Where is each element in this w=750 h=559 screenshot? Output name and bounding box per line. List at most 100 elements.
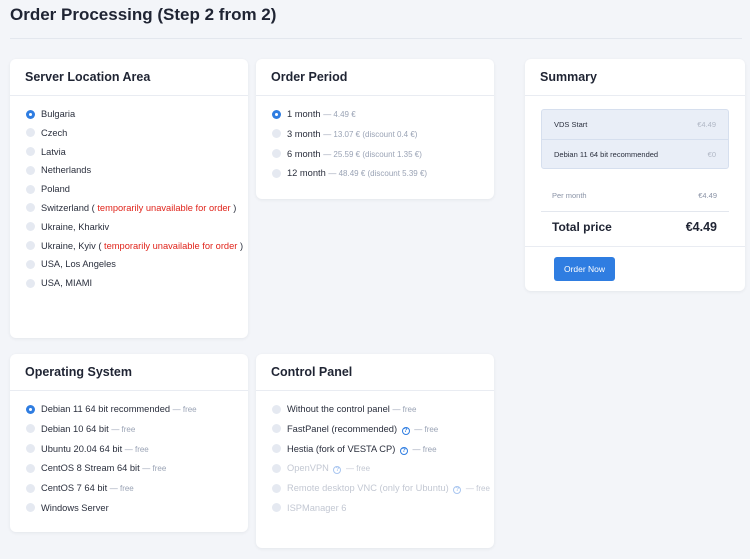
- option-price-note: — 25.59 € (discount 1.35 €): [323, 149, 422, 159]
- per-month-value: €4.49: [698, 191, 717, 200]
- radio-icon: [272, 483, 281, 493]
- radio-option[interactable]: 12 month — 48.49 € (discount 5.39 €): [272, 167, 494, 180]
- help-question-icon[interactable]: ?: [401, 426, 410, 435]
- radio-icon[interactable]: [272, 129, 281, 139]
- option-text: Bulgaria: [41, 108, 75, 120]
- option-label: OpenVPN: [287, 463, 329, 474]
- option-label: 1 month: [287, 109, 321, 119]
- summary-item-price: €0: [707, 149, 716, 159]
- control-panel-card: Control Panel Without the control panel …: [256, 354, 494, 548]
- option-price-note: — 13.07 € (discount 0.4 €): [323, 129, 418, 139]
- radio-option[interactable]: CentOS 7 64 bit — free: [26, 482, 248, 495]
- operating-system-title: Operating System: [10, 354, 248, 391]
- radio-option[interactable]: Windows Server: [26, 502, 248, 514]
- help-question-icon[interactable]: ?: [399, 446, 408, 455]
- help-question-icon[interactable]: ?: [453, 486, 462, 495]
- option-text: Hestia (fork of VESTA CP) ? — free: [287, 443, 437, 456]
- option-text: Ubuntu 20.04 64 bit — free: [41, 443, 149, 456]
- radio-option[interactable]: Ukraine, Kharkiv: [26, 221, 248, 233]
- option-label: 12 month: [287, 168, 326, 179]
- option-text: USA, MIAMI: [41, 277, 92, 289]
- option-text: FastPanel (recommended) ? — free: [287, 423, 438, 436]
- radio-icon[interactable]: [272, 168, 281, 178]
- radio-option[interactable]: Poland: [26, 183, 248, 195]
- option-label: USA, MIAMI: [41, 278, 93, 289]
- radio-icon[interactable]: [26, 203, 35, 213]
- radio-icon[interactable]: [272, 424, 281, 434]
- radio-option[interactable]: Without the control panel — free: [272, 403, 494, 416]
- radio-option[interactable]: Ubuntu 20.04 64 bit — free: [26, 443, 248, 456]
- radio-selected-icon[interactable]: [26, 404, 35, 414]
- radio-icon[interactable]: [26, 444, 35, 454]
- radio-option[interactable]: CentOS 8 Stream 64 bit — free: [26, 462, 248, 475]
- radio-option[interactable]: Ukraine, Kyiv ( temporarily unavailable …: [26, 240, 248, 252]
- option-price-note: — free: [124, 444, 149, 454]
- radio-icon[interactable]: [26, 424, 35, 434]
- help-question-icon[interactable]: ?: [333, 466, 342, 475]
- radio-option[interactable]: 6 month — 25.59 € (discount 1.35 €): [272, 148, 494, 161]
- radio-option: Remote desktop VNC (only for Ubuntu) ? —…: [272, 482, 494, 495]
- radio-selected-icon[interactable]: [272, 109, 281, 119]
- radio-option[interactable]: Debian 10 64 bit — free: [26, 423, 248, 436]
- option-text: Windows Server: [41, 502, 109, 514]
- location-options: Bulgaria Czech Latvia Netherlands Poland Swit…: [10, 96, 248, 289]
- button-divider: [525, 246, 745, 247]
- order-period-title: Order Period: [256, 59, 494, 96]
- radio-icon[interactable]: [26, 241, 35, 251]
- radio-option[interactable]: USA, MIAMI: [26, 277, 248, 289]
- total-price-row: Total price €4.49: [552, 220, 717, 234]
- radio-icon[interactable]: [26, 483, 35, 493]
- option-text: Poland: [41, 183, 70, 195]
- radio-icon[interactable]: [26, 128, 35, 138]
- option-text: Debian 11 64 bit recommended — free: [41, 403, 197, 416]
- radio-option[interactable]: 3 month — 13.07 € (discount 0.4 €): [272, 128, 494, 141]
- option-price-note: — free: [412, 444, 437, 454]
- radio-option[interactable]: Switzerland ( temporarily unavailable fo…: [26, 202, 248, 214]
- radio-option[interactable]: Netherlands: [26, 164, 248, 176]
- option-label: Debian 10 64 bit: [41, 423, 109, 434]
- summary-item-label: Debian 11 64 bit recommended: [554, 149, 659, 159]
- radio-selected-icon[interactable]: [26, 109, 35, 119]
- radio-icon: [272, 503, 281, 513]
- radio-icon[interactable]: [26, 147, 35, 157]
- radio-icon[interactable]: [26, 503, 35, 513]
- option-label: Ukraine, Kharkiv: [41, 221, 110, 232]
- summary-item-label: VDS Start: [554, 120, 588, 129]
- option-suffix: ): [233, 202, 237, 213]
- option-label: ISPManager 6: [287, 502, 347, 513]
- option-text: Netherlands: [41, 164, 91, 176]
- radio-option[interactable]: 1 month — 4.49 €: [272, 108, 494, 121]
- radio-icon[interactable]: [26, 222, 35, 232]
- option-price-note: — free: [111, 424, 136, 434]
- radio-option[interactable]: Latvia: [26, 146, 248, 158]
- radio-option[interactable]: Hestia (fork of VESTA CP) ? — free: [272, 443, 494, 456]
- radio-option[interactable]: Debian 11 64 bit recommended — free: [26, 403, 248, 416]
- option-label: Netherlands: [41, 165, 92, 176]
- option-price-note: — free: [109, 484, 134, 494]
- option-text: Switzerland ( temporarily unavailable fo…: [41, 202, 236, 214]
- radio-icon[interactable]: [26, 278, 35, 288]
- radio-option[interactable]: FastPanel (recommended) ? — free: [272, 423, 494, 436]
- radio-option[interactable]: Bulgaria: [26, 108, 248, 120]
- option-label: Czech: [41, 127, 68, 138]
- option-price-note: — free: [142, 464, 167, 474]
- radio-icon[interactable]: [26, 165, 35, 175]
- radio-icon[interactable]: [272, 404, 281, 414]
- radio-option[interactable]: Czech: [26, 127, 248, 139]
- radio-option[interactable]: USA, Los Angeles: [26, 258, 248, 270]
- radio-icon[interactable]: [26, 463, 35, 473]
- order-now-button[interactable]: Order Now: [554, 257, 615, 281]
- option-text: 3 month — 13.07 € (discount 0.4 €): [287, 128, 417, 141]
- radio-icon[interactable]: [26, 184, 35, 194]
- option-label: 6 month: [287, 148, 321, 159]
- option-price-note: — free: [465, 484, 490, 494]
- radio-icon: [272, 463, 281, 473]
- radio-icon[interactable]: [272, 149, 281, 159]
- radio-icon[interactable]: [26, 259, 35, 269]
- option-label: Remote desktop VNC (only for Ubuntu): [287, 483, 449, 494]
- control-panel-title: Control Panel: [256, 354, 494, 391]
- option-label: Switzerland (: [41, 202, 95, 213]
- radio-icon[interactable]: [272, 444, 281, 454]
- total-price-value: €4.49: [685, 220, 717, 234]
- option-label: Without the control panel: [287, 404, 390, 414]
